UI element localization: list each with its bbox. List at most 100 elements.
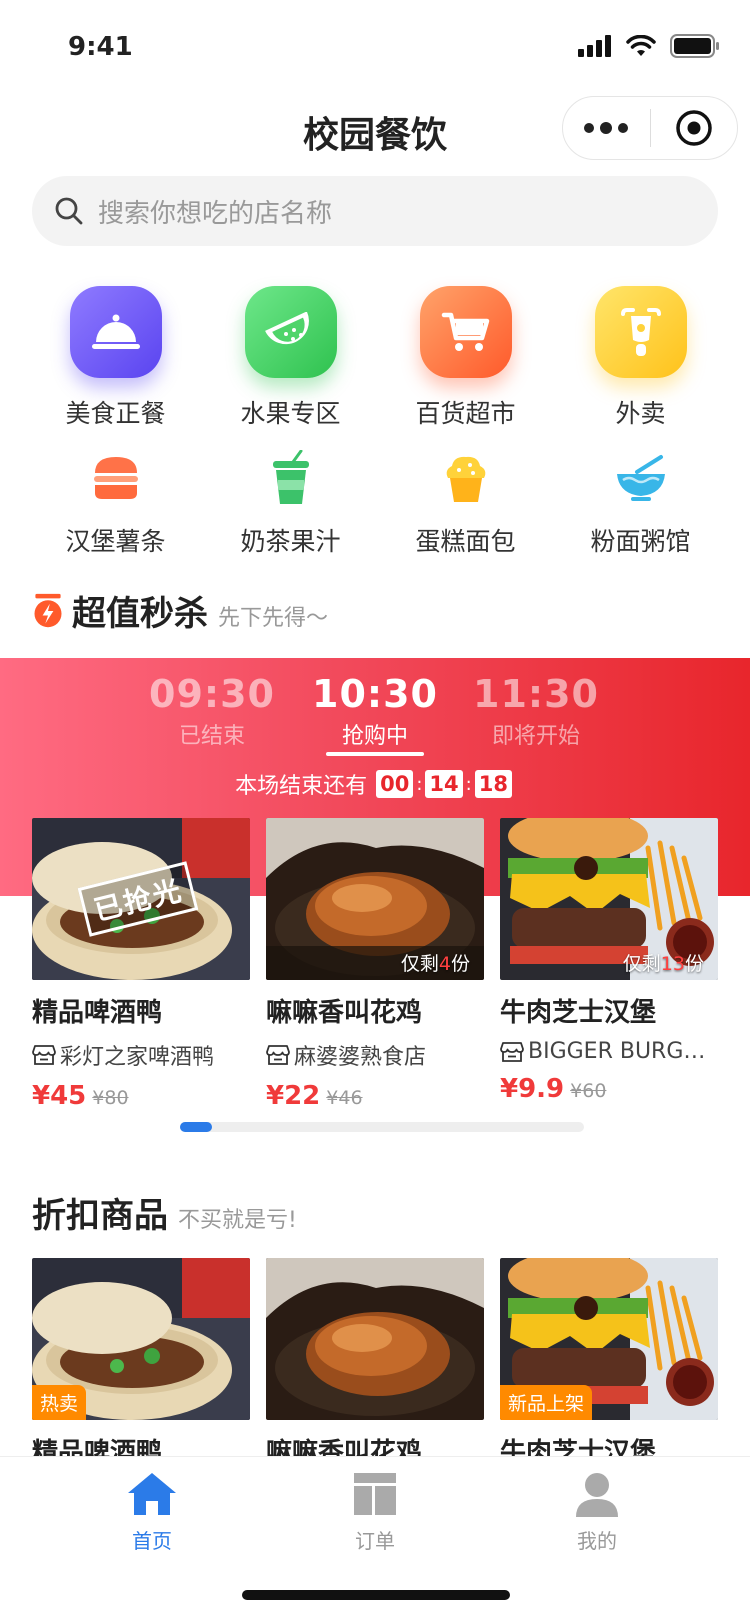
- product-image-beggar-chicken: 仅剩4份: [266, 818, 484, 980]
- category-label: 美食正餐: [65, 399, 166, 428]
- price-original: ¥46: [326, 1087, 363, 1109]
- watermelon-icon: [244, 286, 337, 378]
- slot-time: 11:30: [473, 672, 599, 716]
- category-milk-tea[interactable]: 奶茶果汁: [203, 450, 378, 558]
- tab-profile[interactable]: 我的: [537, 1471, 657, 1554]
- category-burger[interactable]: 汉堡薯条: [28, 450, 203, 558]
- tab-label: 我的: [577, 1529, 617, 1553]
- search-input[interactable]: 搜索你想吃的店名称: [98, 193, 332, 230]
- category-label: 汉堡薯条: [65, 527, 166, 556]
- discount-header: 折扣商品 不买就是亏!: [32, 1188, 297, 1237]
- countdown: 本场结束还有 00 : 14 : 18: [0, 768, 750, 800]
- countdown-colon: :: [416, 773, 423, 795]
- store-icon: [266, 1045, 290, 1065]
- slot-time: 09:30: [149, 672, 275, 716]
- product-card[interactable]: 嘛嘛香叫花鸡: [266, 1258, 484, 1469]
- price-original: ¥80: [92, 1087, 129, 1109]
- category-noodles[interactable]: 粉面粥馆: [553, 450, 728, 558]
- mini-program-capsule: [562, 96, 738, 160]
- countdown-hours: 00: [376, 770, 414, 798]
- category-cake[interactable]: 蛋糕面包: [378, 450, 553, 558]
- category-label: 奶茶果汁: [240, 527, 341, 556]
- search-bar[interactable]: 搜索你想吃的店名称: [32, 176, 718, 246]
- remaining-stock: 仅剩4份: [401, 949, 470, 976]
- orders-icon: [354, 1473, 396, 1515]
- category-dining[interactable]: 美食正餐: [28, 286, 203, 430]
- product-image-cheese-burger: 新品上架: [500, 1258, 718, 1420]
- product-name: 牛肉芝士汉堡: [500, 998, 657, 1028]
- product-name: 嘛嘛香叫花鸡: [266, 998, 423, 1028]
- cellular-signal-icon: [578, 35, 611, 57]
- more-menu-button[interactable]: [563, 97, 650, 159]
- more-dots-icon: [584, 123, 595, 133]
- category-supermarket[interactable]: 百货超市: [378, 286, 553, 430]
- price-current: ¥22: [266, 1081, 321, 1111]
- home-indicator[interactable]: [242, 1590, 510, 1600]
- scooter-icon: [594, 286, 687, 378]
- discount-products: 热卖 精品啤酒鸭 嘛嘛香叫花鸡 新品上架 牛肉芝士汉堡: [32, 1258, 718, 1469]
- product-card[interactable]: 热卖 精品啤酒鸭: [32, 1258, 250, 1469]
- product-card[interactable]: 新品上架 牛肉芝士汉堡: [500, 1258, 718, 1469]
- product-card[interactable]: 仅剩4份 嘛嘛香叫花鸡 麻婆婆熟食店 ¥22 ¥46: [266, 818, 484, 1111]
- profile-icon: [576, 1473, 618, 1517]
- tab-home[interactable]: 首页: [92, 1471, 212, 1554]
- flash-sale-subtitle: 先下先得～: [218, 606, 329, 631]
- drink-cup-icon: [263, 450, 319, 506]
- remain-count: 4: [438, 953, 451, 975]
- wifi-icon: [626, 35, 656, 56]
- sub-category-row: 汉堡薯条 奶茶果汁 蛋糕面包 粉面粥馆: [28, 450, 728, 558]
- product-image-cheese-burger: 仅剩13份: [500, 818, 718, 980]
- product-shop[interactable]: 麻婆婆熟食店: [266, 1039, 484, 1071]
- flash-sale-logo-icon: [34, 593, 62, 627]
- time-slot-active[interactable]: 10:30 抢购中: [305, 672, 445, 750]
- tab-label: 首页: [132, 1529, 172, 1553]
- product-tag: 新品上架: [500, 1385, 593, 1420]
- product-card[interactable]: 已抢光 精品啤酒鸭 彩灯之家啤酒鸭 ¥45 ¥80: [32, 818, 250, 1111]
- store-icon: [32, 1045, 56, 1065]
- product-shop[interactable]: BIGGER BURG…: [500, 1039, 718, 1064]
- store-icon: [500, 1041, 524, 1062]
- time-slot-ended[interactable]: 09:30 已结束: [142, 672, 282, 750]
- tab-label: 订单: [355, 1529, 395, 1553]
- product-shop[interactable]: 彩灯之家啤酒鸭: [32, 1039, 250, 1071]
- category-label: 粉面粥馆: [590, 527, 691, 556]
- home-icon: [128, 1473, 176, 1515]
- product-card[interactable]: 仅剩13份 牛肉芝士汉堡 BIGGER BURG… ¥9.9 ¥60: [500, 818, 718, 1111]
- category-label: 外卖: [615, 399, 666, 428]
- flash-sale-header: 超值秒杀 先下先得～: [32, 586, 328, 635]
- product-image-beggar-chicken: [266, 1258, 484, 1420]
- status-time: 9:41: [68, 32, 133, 62]
- countdown-minutes: 14: [425, 770, 463, 798]
- remain-count: 13: [660, 953, 685, 975]
- category-fruit[interactable]: 水果专区: [203, 286, 378, 430]
- search-icon: [55, 197, 83, 225]
- burger-icon: [88, 450, 144, 506]
- remain-suffix: 份: [450, 953, 470, 975]
- flash-sale-products: 已抢光 精品啤酒鸭 彩灯之家啤酒鸭 ¥45 ¥80 仅剩4份 嘛嘛香叫花鸡 麻婆…: [32, 818, 718, 1111]
- countdown-seconds: 18: [474, 770, 512, 798]
- product-image-beer-duck: 已抢光: [32, 818, 250, 980]
- more-dots-icon-center: [600, 122, 613, 134]
- carousel-scroll-track[interactable]: [180, 1122, 584, 1132]
- price-current: ¥45: [32, 1081, 87, 1111]
- battery-icon: [670, 34, 719, 58]
- dining-cloche-icon: [69, 286, 162, 378]
- tab-orders[interactable]: 订单: [315, 1471, 435, 1554]
- time-slot-upcoming[interactable]: 11:30 即将开始: [466, 672, 606, 750]
- status-icons: [578, 34, 720, 58]
- active-slot-indicator: [326, 752, 424, 756]
- bowl-icon: [613, 450, 669, 506]
- product-image-beer-duck: 热卖: [32, 1258, 250, 1420]
- category-takeout[interactable]: 外卖: [553, 286, 728, 430]
- slot-status: 即将开始: [491, 724, 580, 749]
- target-close-icon: [676, 110, 712, 146]
- carousel-scroll-thumb[interactable]: [180, 1122, 212, 1132]
- shop-name: BIGGER BURG…: [528, 1039, 706, 1064]
- category-label: 蛋糕面包: [415, 527, 516, 556]
- remain-suffix: 份: [684, 953, 704, 975]
- slot-status: 已结束: [178, 724, 245, 749]
- shop-name: 彩灯之家啤酒鸭: [60, 1045, 215, 1070]
- more-dots-icon-right: [618, 123, 629, 133]
- close-mini-program-button[interactable]: [651, 97, 738, 159]
- countdown-label: 本场结束还有: [235, 774, 368, 799]
